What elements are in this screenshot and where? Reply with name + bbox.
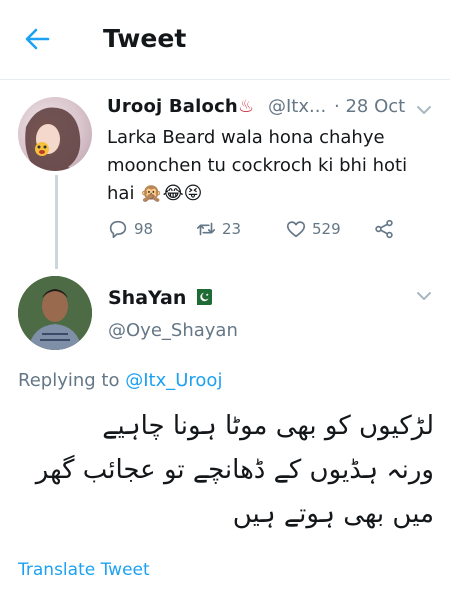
translate-tweet-link[interactable]: Translate Tweet <box>18 560 150 580</box>
tweet-date[interactable]: · 28 Oct <box>334 96 405 117</box>
reply-count: 98 <box>134 220 154 238</box>
avatar[interactable] <box>18 97 92 171</box>
back-arrow-icon[interactable] <box>22 24 52 54</box>
heart-icon <box>286 221 306 238</box>
hot-springs-emoji: ♨ <box>237 96 255 117</box>
share-button[interactable] <box>373 218 400 240</box>
user-handle[interactable]: @Itx... <box>268 96 326 117</box>
replying-to-link[interactable]: @Itx_Urooj <box>125 370 222 391</box>
tweet-actions: 98 23 529 <box>107 218 407 244</box>
display-name[interactable]: ShaYan <box>108 287 186 309</box>
tweet-text: Larka Beard wala hona chahye moonchen tu… <box>107 124 427 208</box>
profile-photo-icon <box>18 276 92 350</box>
display-name[interactable]: Urooj Baloch♨ <box>107 96 254 117</box>
chevron-down-icon[interactable] <box>416 104 432 116</box>
reply-button[interactable]: 98 <box>107 218 153 240</box>
retweet-count: 23 <box>222 220 242 238</box>
chevron-down-icon[interactable] <box>416 290 432 302</box>
tweet-text-line: Larka Beard wala hona chahye <box>107 127 385 148</box>
replying-to: Replying to @Itx_Urooj <box>18 370 222 391</box>
tweet-text-line: hai 🙊😂😝 <box>107 183 203 204</box>
like-button[interactable]: 529 <box>285 218 341 240</box>
retweet-icon <box>196 222 216 236</box>
like-count: 529 <box>312 220 341 238</box>
retweet-button[interactable]: 23 <box>195 218 241 240</box>
reply-icon <box>109 220 127 239</box>
replying-prefix: Replying to <box>18 370 120 391</box>
tweet-text-line: moonchen tu cockroch ki bhi hoti <box>107 155 408 176</box>
top-bar: Tweet <box>0 0 450 80</box>
reply-text-line: لڑکیوں کو بھی موٹا ہونا چاہیے <box>102 411 434 441</box>
reply-text: لڑکیوں کو بھی موٹا ہونا چاہیے ورنہ ہڈیوں… <box>14 404 434 536</box>
share-icon <box>375 219 393 239</box>
reply-text-line: میں بھی ہوتے ہیں <box>232 499 434 529</box>
user-handle[interactable]: @Oye_Shayan <box>108 320 238 341</box>
thread-connector <box>55 175 58 269</box>
page-title: Tweet <box>103 24 187 53</box>
reply-text-line: ورنہ ہڈیوں کے ڈھانچے تو عجائب گھر <box>35 455 434 485</box>
avatar[interactable] <box>18 276 92 350</box>
profile-photo-icon <box>25 107 81 171</box>
pakistan-flag-icon <box>192 289 212 305</box>
